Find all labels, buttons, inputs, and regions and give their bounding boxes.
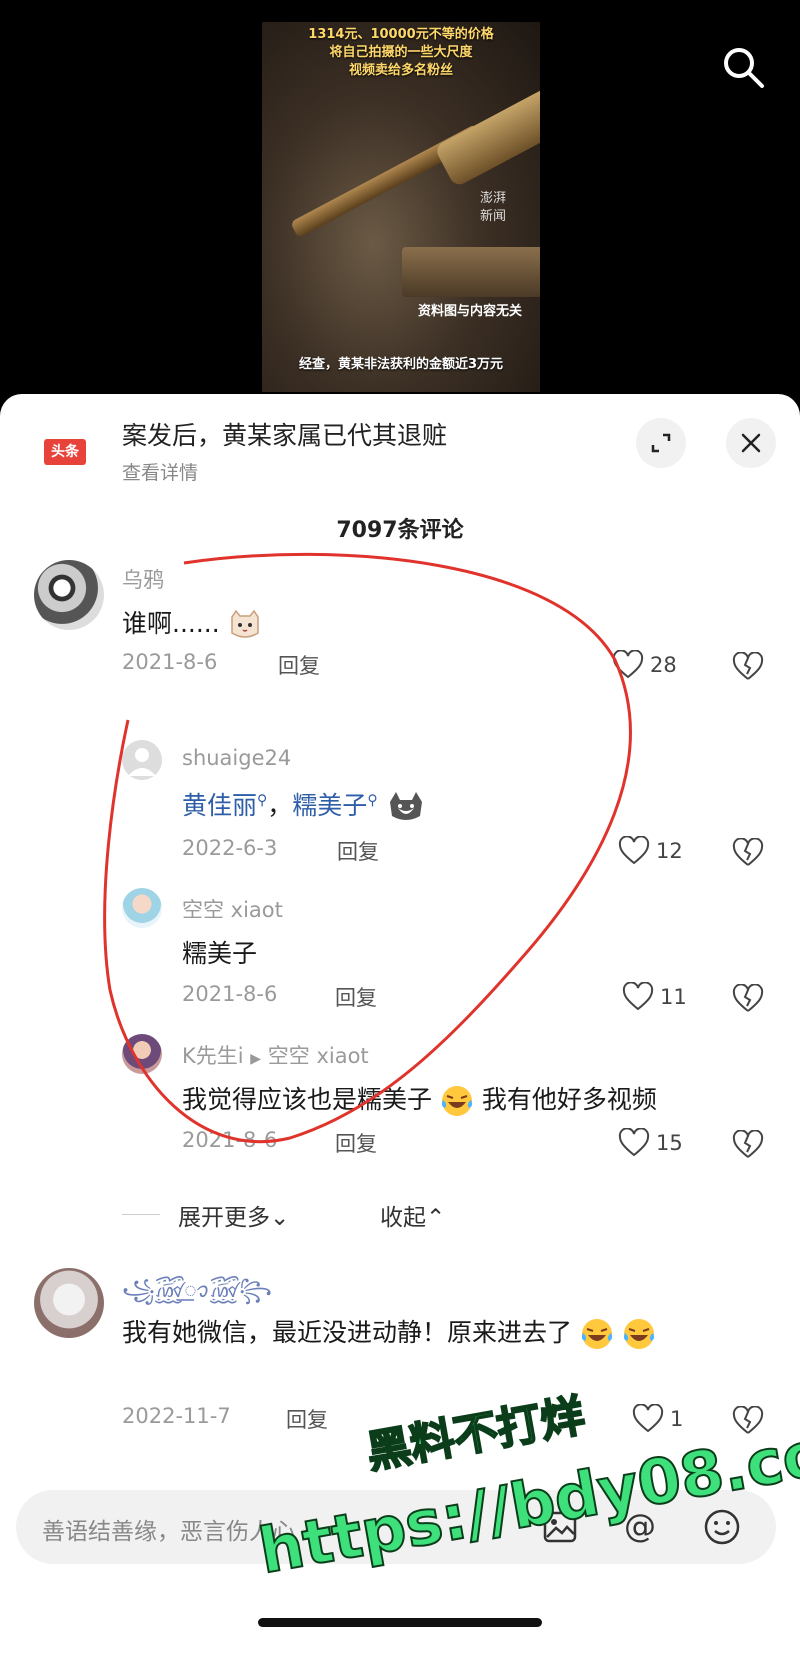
reply-button[interactable]: 回复 [337,836,379,866]
chevron-down-icon: ⌄ [270,1205,290,1231]
heart-icon [618,1128,650,1157]
broken-heart-icon[interactable] [732,984,764,1014]
laughing-crying-emoji-icon [441,1086,473,1116]
husky-emoji-icon [389,792,422,820]
thread-divider [122,1214,160,1215]
comment-text: 黄佳丽⚲，糯美子⚲ [182,786,426,824]
collapse-button[interactable]: 收起⌃ [380,1198,445,1232]
article-title[interactable]: 案发后，黄某家属已代其退赃 [122,416,447,452]
default-avatar-icon [128,748,156,776]
video-caption-top: 1314元、10000元不等的价格 将自己拍摄的一些大尺度 视频卖给多名粉丝 [308,27,494,78]
broken-heart-icon[interactable] [732,838,764,868]
heart-icon [622,982,654,1011]
search-icon: ⚲ [257,792,268,809]
comment-text: 谁啊...... [122,604,262,641]
like-count: 15 [656,1131,683,1155]
broken-heart-icon[interactable] [732,652,764,682]
laughing-crying-emoji-icon [623,1319,655,1349]
like-count: 1 [670,1407,684,1431]
toutiao-logo: 头条 [44,439,86,465]
comment-author[interactable]: 乌鸦 [122,564,164,594]
like-button[interactable]: 11 [622,982,687,1012]
like-count: 11 [660,985,687,1009]
chevron-up-icon: ⌃ [426,1205,446,1231]
heart-icon [632,1404,664,1433]
comment-text: 我觉得应该也是糯美子 我有他好多视频 [182,1080,657,1118]
reply-target[interactable]: 空空 xiaot [268,1044,369,1068]
view-details-link[interactable]: 查看详情 [122,458,198,485]
comment-count: 7097条评论 [336,518,464,543]
comment-date: 2021-8-6 [182,982,278,1006]
emoji-icon[interactable] [702,1507,742,1547]
comment-date: 2021-8-6 [182,1128,278,1152]
reply-button[interactable]: 回复 [335,982,377,1012]
like-button[interactable]: 12 [618,836,683,866]
reply-arrow-icon: ▶ [250,1051,262,1067]
avatar[interactable] [34,1268,104,1338]
reply-button[interactable]: 回复 [286,1404,328,1434]
comment-author[interactable]: 空空 xiaot [182,894,283,924]
search-icon[interactable] [718,42,768,92]
video-thumbnail[interactable]: 1314元、10000元不等的价格 将自己拍摄的一些大尺度 视频卖给多名粉丝 澎… [262,22,540,392]
video-area[interactable]: 1314元、10000元不等的价格 将自己拍摄的一些大尺度 视频卖给多名粉丝 澎… [0,0,800,400]
mention-link[interactable]: 糯美子 [292,791,367,820]
comment-date: 2021-8-6 [122,650,218,674]
like-count: 12 [656,839,683,863]
like-button[interactable]: 28 [612,650,677,680]
comment-date: 2022-6-3 [182,836,278,860]
comment-author[interactable]: shuaige24 [182,746,291,770]
like-button[interactable]: 1 [632,1404,683,1434]
comment-text: 糯美子 [182,939,258,968]
expand-more-button[interactable]: 展开更多⌄ [178,1198,289,1232]
expand-button[interactable] [636,418,686,468]
avatar[interactable] [34,560,104,630]
heart-icon [612,650,644,679]
avatar[interactable] [122,1034,162,1074]
video-caption-bottom: 经查，黄某非法获利的金额近3万元 [298,357,504,372]
avatar[interactable] [122,740,162,780]
expand-icon [651,433,671,453]
avatar[interactable] [122,888,162,928]
reply-button[interactable]: 回复 [278,650,320,680]
broken-heart-icon[interactable] [732,1130,764,1160]
like-count: 28 [650,653,677,677]
gavel-block [402,247,540,297]
comment-date: 2022-11-7 [122,1404,231,1428]
cat-emoji-icon [230,609,259,638]
close-icon [741,433,761,453]
comment-author[interactable]: K先生i ▶ 空空 xiaot [182,1040,369,1070]
source-watermark: 澎湃新闻 [480,191,507,224]
comment-text: 我有她微信，最近没进动静！原来进去了 [122,1310,742,1356]
home-indicator [258,1618,542,1627]
image-note: 资料图与内容无关 [417,304,522,319]
laughing-crying-emoji-icon [581,1319,613,1349]
like-button[interactable]: 15 [618,1128,683,1158]
mention-link[interactable]: 黄佳丽 [182,791,257,820]
close-button[interactable] [726,418,776,468]
reply-button[interactable]: 回复 [335,1128,377,1158]
search-icon: ⚲ [367,792,378,809]
heart-icon [618,836,650,865]
